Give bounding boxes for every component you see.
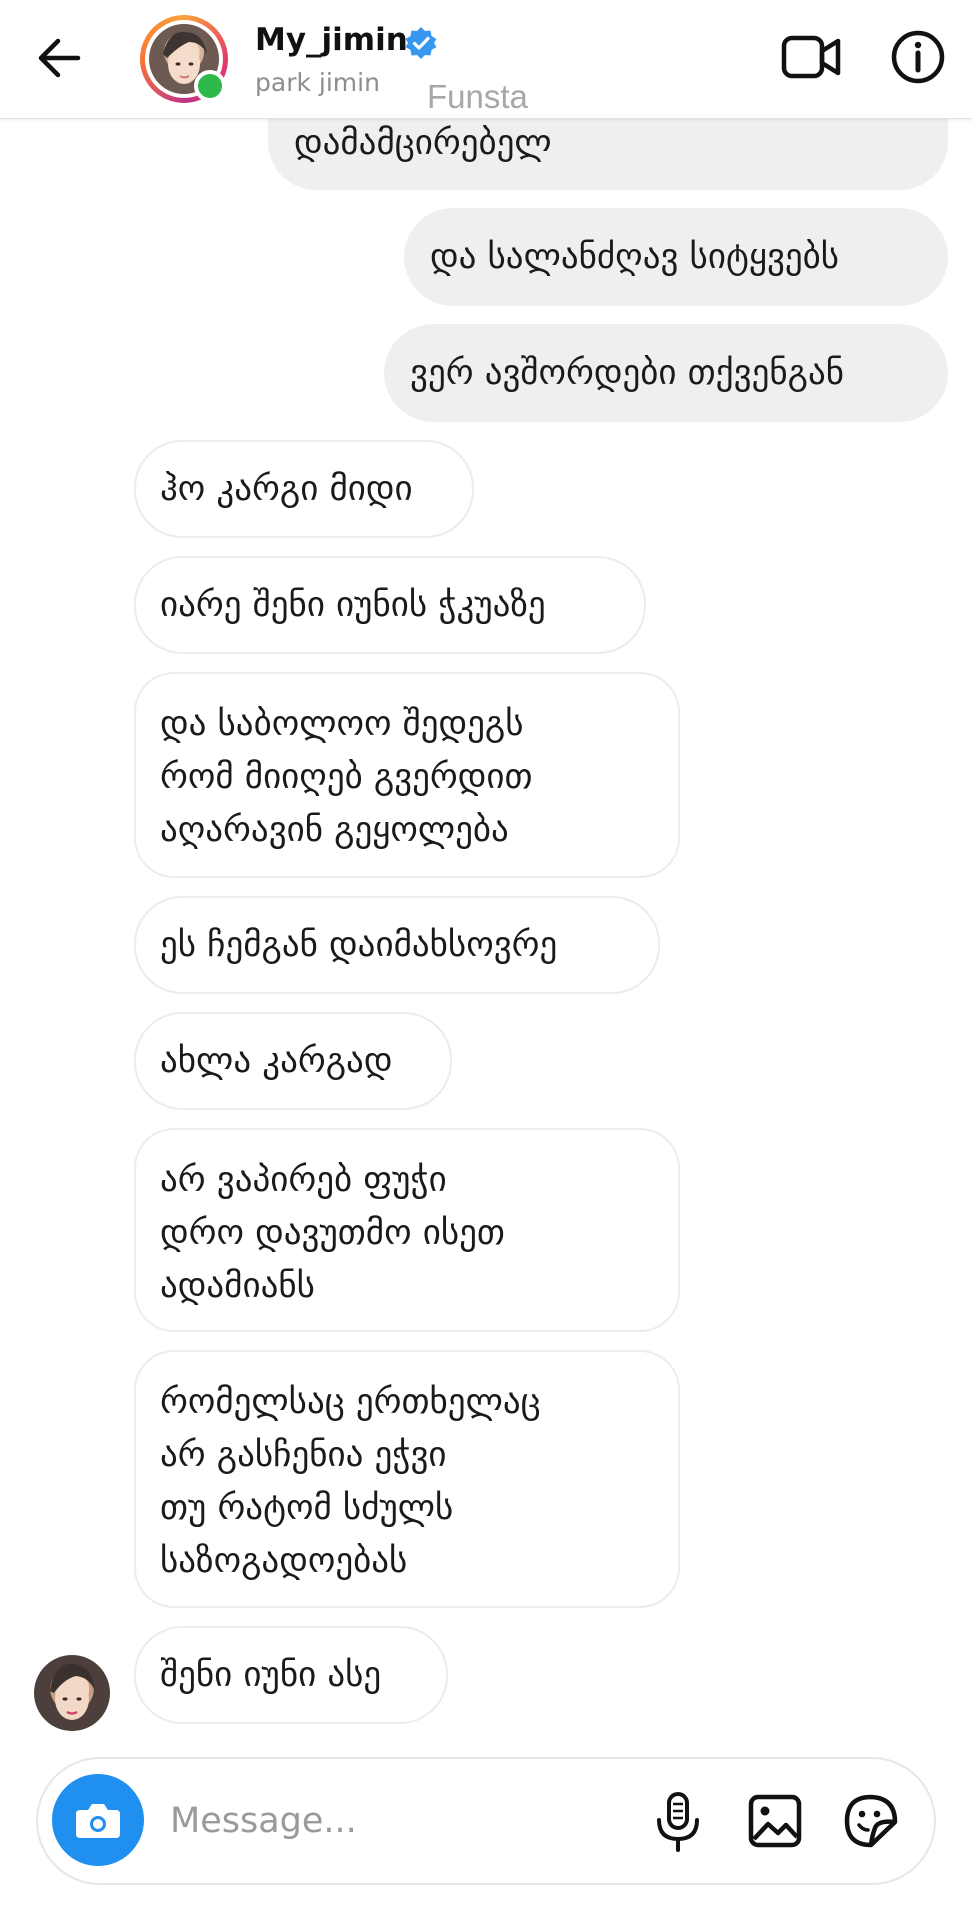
back-arrow-icon — [38, 38, 81, 78]
sender-avatar[interactable] — [34, 1655, 110, 1731]
message-text: ახლა კარგად — [160, 1040, 393, 1081]
online-status-dot — [194, 70, 226, 102]
verified-badge-icon — [405, 27, 437, 59]
message-text: და საბოლოო შედეგს რომ მიიღებ გვერდით აღა… — [160, 704, 533, 850]
chat-user-subtitle: park jimin — [255, 68, 380, 97]
message-text: ეს ჩემგან დაიმახსოვრე — [160, 924, 558, 965]
message-text: ვერ ავშორდები თქვენგან — [410, 352, 845, 393]
microphone-icon — [657, 1792, 699, 1852]
info-icon — [891, 30, 945, 84]
message-bubble-incoming[interactable]: და საბოლოო შედეგს რომ მიიღებ გვერდით აღა… — [134, 672, 680, 878]
message-text: შენი იუნი ასე — [160, 1654, 382, 1695]
info-button[interactable] — [885, 24, 951, 90]
message-text: არ ვაპირებ ფუჭი დრო დავუთმო ისეთ ადამიან… — [160, 1160, 505, 1306]
message-bubble-incoming[interactable]: ჰო კარგი მიდი — [134, 440, 474, 538]
message-text: რომელსაც ერთხელაც არ გასჩენია ეჭვი თუ რა… — [160, 1382, 541, 1581]
sticker-button[interactable] — [842, 1792, 900, 1850]
gallery-icon — [748, 1794, 802, 1848]
video-call-button[interactable] — [778, 24, 844, 90]
message-bubble-incoming[interactable]: შენი იუნი ასე — [134, 1626, 448, 1724]
message-text: იარე შენი იუნის ჭკუაზე — [160, 584, 546, 625]
camera-icon — [76, 1804, 120, 1838]
camera-button[interactable] — [52, 1774, 144, 1866]
message-bubble-outgoing[interactable]: და სალანძღავ სიტყვებს — [404, 208, 948, 306]
message-input[interactable] — [168, 1790, 642, 1852]
gallery-button[interactable] — [746, 1792, 804, 1850]
microphone-button[interactable] — [650, 1790, 706, 1854]
back-button[interactable] — [28, 26, 92, 90]
message-bubble-incoming[interactable]: არ ვაპირებ ფუჭი დრო დავუთმო ისეთ ადამიან… — [134, 1128, 680, 1332]
message-bubble-outgoing[interactable]: ვერ ავშორდები თქვენგან — [384, 324, 948, 422]
message-bubble-incoming[interactable]: რომელსაც ერთხელაც არ გასჩენია ეჭვი თუ რა… — [134, 1350, 680, 1608]
video-call-icon — [781, 35, 841, 79]
message-text: ჰო კარგი მიდი — [160, 468, 413, 509]
watermark-text: Funsta — [427, 78, 528, 115]
message-bubble-incoming[interactable]: ახლა კარგად — [134, 1012, 452, 1110]
sticker-icon — [844, 1794, 898, 1848]
message-bubble-incoming[interactable]: იარე შენი იუნის ჭკუაზე — [134, 556, 646, 654]
chat-user-name[interactable]: My_jimin — [255, 22, 408, 58]
message-text: და სალანძღავ სიტყვებს — [430, 236, 840, 277]
message-bubble-incoming[interactable]: ეს ჩემგან დაიმახსოვრე — [134, 896, 660, 994]
message-text: დამამცირებელ — [294, 122, 552, 163]
